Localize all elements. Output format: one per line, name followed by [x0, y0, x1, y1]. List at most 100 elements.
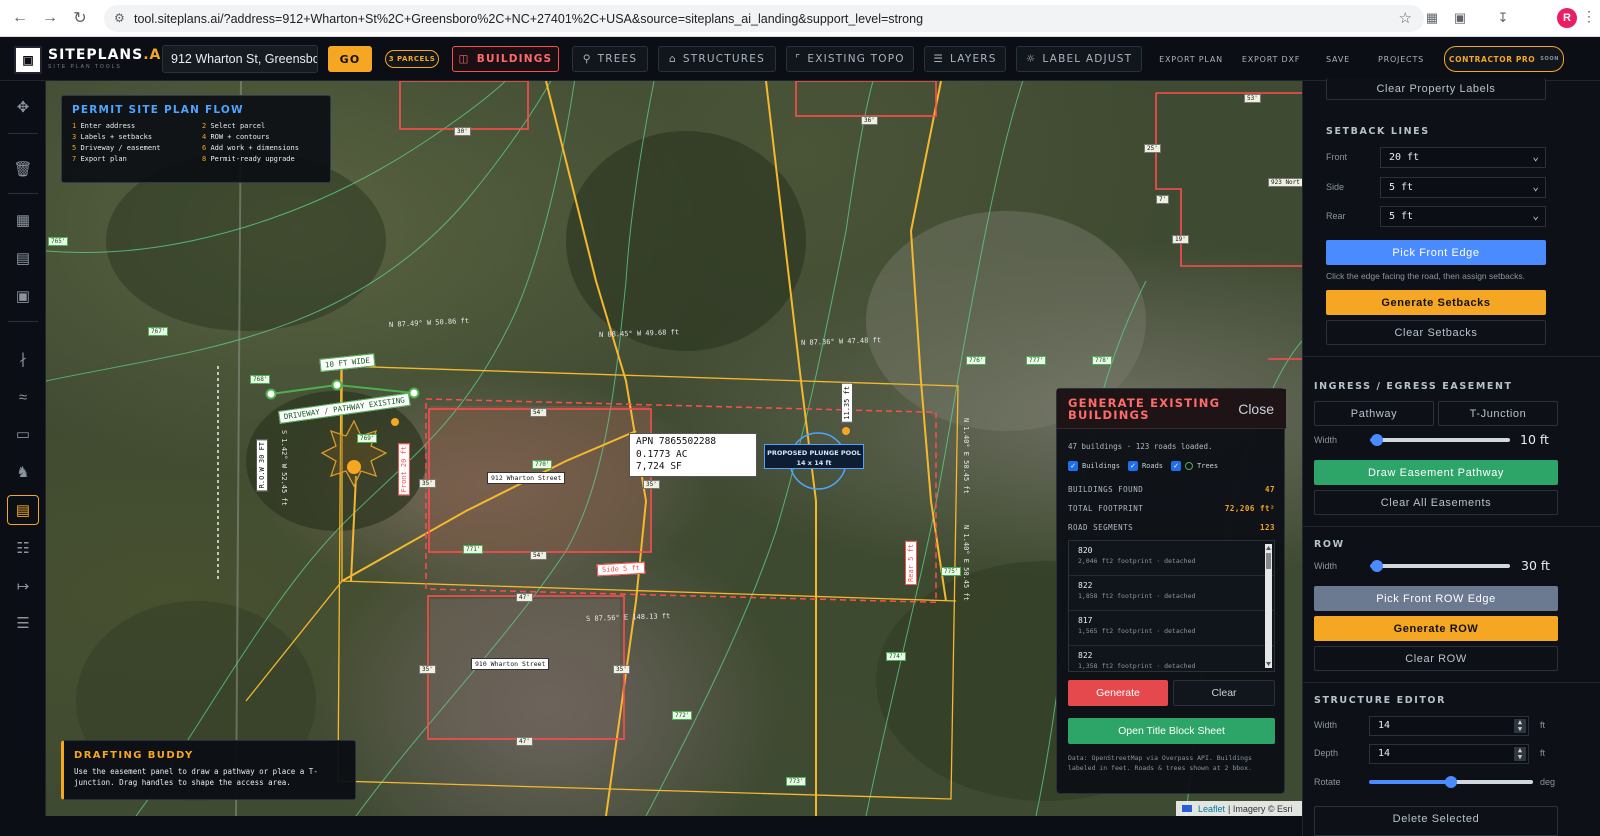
step-text: Add work + dimensions	[210, 144, 299, 152]
back-icon[interactable]: ←	[8, 6, 32, 30]
save-button[interactable]: SAVE	[1316, 46, 1360, 72]
existing-topo-button[interactable]: ⌜ EXISTING TOPO	[786, 46, 914, 72]
contour-icon[interactable]: ≈	[11, 385, 35, 409]
clear-property-labels-button[interactable]: Clear Property Labels	[1326, 78, 1546, 100]
move-icon[interactable]: ✥	[11, 95, 35, 119]
row-label[interactable]: R.O.W 30 FT	[256, 439, 268, 492]
label-adjust-button[interactable]: ☼ LABEL ADJUST	[1016, 46, 1142, 72]
dimension-icon[interactable]: ↦	[11, 574, 35, 598]
apn-info-box[interactable]: APN 7865502288 0.1773 AC 7,724 SF	[629, 433, 757, 477]
fence-icon[interactable]: ☷	[11, 536, 35, 560]
rear-setback-select[interactable]: 5 ft ⌄	[1380, 206, 1546, 227]
apn-sqft: 7,724 SF	[636, 461, 682, 472]
download-icon[interactable]: ↧	[1493, 8, 1513, 28]
row-width-slider[interactable]	[1370, 560, 1510, 572]
house-label[interactable]: 910 Wharton Street	[471, 658, 550, 670]
slider-knob[interactable]	[1445, 776, 1457, 788]
pool-distance-label[interactable]: 11.35 ft	[841, 383, 853, 423]
clear-setbacks-button[interactable]: Clear Setbacks	[1326, 320, 1546, 345]
pathway-button[interactable]: Pathway	[1314, 401, 1434, 426]
layers-button[interactable]: ☰ LAYERS	[924, 46, 1006, 72]
draw-easement-button[interactable]: Draw Easement Pathway	[1314, 460, 1558, 485]
generate-setbacks-button[interactable]: Generate Setbacks	[1326, 290, 1546, 315]
building-list[interactable]: 820 2,046 ft2 footprint · detached 822 1,8…	[1068, 540, 1275, 672]
structure-depth-input[interactable]: 14 ▲ ▼	[1369, 744, 1529, 764]
buildings-checkbox[interactable]: ✓	[1068, 461, 1078, 471]
target-icon[interactable]: ▣	[11, 284, 35, 308]
puzzle-icon[interactable]: ▣	[1450, 8, 1470, 28]
slider-knob[interactable]	[1371, 560, 1383, 572]
parcels-badge[interactable]: 3 PARCELS	[385, 50, 439, 68]
close-button[interactable]: Close	[1238, 401, 1274, 417]
export-dxf-button[interactable]: EXPORT DXF	[1238, 46, 1304, 72]
rotate-slider[interactable]	[1369, 776, 1533, 788]
list-item[interactable]: 822 1,858 ft2 footprint · detached	[1069, 576, 1274, 611]
side-setback-select[interactable]: 5 ft ⌄	[1380, 177, 1546, 198]
list-scrollbar[interactable]	[1265, 544, 1272, 668]
dim-label: 36'	[861, 116, 878, 125]
slider-knob[interactable]	[1371, 434, 1383, 446]
list-item[interactable]: 817 1,565 ft2 footprint · detached	[1069, 611, 1274, 646]
contour-label: 771'	[463, 545, 484, 554]
front-setback-label[interactable]: Front 20 ft	[398, 443, 410, 496]
pool-label[interactable]: PROPOSED PLUNGE POOL 14 x 14 ft	[764, 444, 864, 469]
list-icon[interactable]: ☰	[11, 611, 35, 635]
forward-icon[interactable]: →	[38, 6, 62, 30]
contractor-pro-button[interactable]: CONTRACTOR PRO SOON	[1444, 46, 1564, 72]
house-label[interactable]: 912 Wharton Street	[487, 472, 566, 484]
reload-icon[interactable]: ↻	[68, 6, 92, 30]
clear-button[interactable]: Clear	[1173, 680, 1275, 706]
go-button[interactable]: GO	[328, 46, 372, 72]
generate-button[interactable]: Generate	[1068, 680, 1168, 706]
stepper-icon[interactable]: ▲ ▼	[1514, 719, 1526, 733]
structures-label: STRUCTURES	[682, 53, 765, 65]
delete-selected-button[interactable]: Delete Selected	[1314, 806, 1558, 836]
pick-row-edge-button[interactable]: Pick Front ROW Edge	[1314, 586, 1558, 611]
site-info-icon[interactable]: ⚙	[114, 11, 125, 25]
clear-row-button[interactable]: Clear ROW	[1314, 646, 1558, 671]
row-icon[interactable]: ▭	[11, 422, 35, 446]
address-input[interactable]: 912 Wharton St, Greensboro	[162, 45, 318, 73]
document-icon[interactable]: ▤	[11, 246, 35, 270]
t-junction-button[interactable]: T-Junction	[1438, 401, 1558, 426]
stat-value: 123	[1259, 523, 1275, 532]
generate-row-button[interactable]: Generate ROW	[1314, 616, 1558, 641]
rear-setback-label[interactable]: Rear 5 ft	[905, 541, 917, 585]
grid-icon[interactable]: ▦	[11, 208, 35, 232]
structure-width-input[interactable]: 14 ▲ ▼	[1369, 716, 1529, 736]
browser-menu-icon[interactable]: ⋮	[1582, 8, 1596, 25]
flow-step: 7 Export plan	[72, 155, 202, 163]
step-number: 7	[72, 155, 77, 163]
clear-easements-button[interactable]: Clear All Easements	[1314, 490, 1558, 515]
side-setback-label[interactable]: Side 5 ft	[596, 561, 646, 577]
bookmark-star-icon[interactable]: ☆	[1399, 9, 1412, 27]
stepper-icon[interactable]: ▲ ▼	[1514, 747, 1526, 761]
address-bar[interactable]: ⚙ tool.siteplans.ai/?address=912+Wharton…	[104, 5, 1424, 32]
roads-checkbox[interactable]: ✓	[1127, 461, 1138, 471]
trash-icon[interactable]: 🗑	[11, 157, 35, 181]
extension-icon[interactable]: ▦	[1422, 8, 1442, 28]
leaflet-link[interactable]: Leaflet	[1198, 804, 1225, 814]
list-item[interactable]: 820 2,046 ft2 footprint · detached	[1069, 541, 1274, 576]
profile-avatar[interactable]: R	[1557, 8, 1577, 28]
person-icon[interactable]: ♞	[11, 460, 35, 484]
front-setback-select[interactable]: 20 ft ⌄	[1380, 147, 1546, 168]
open-title-block-button[interactable]: Open Title Block Sheet	[1068, 718, 1275, 744]
easement-tool-icon[interactable]: ▤	[7, 495, 39, 525]
drafting-buddy-panel: DRAFTING BUDDY Use the easement panel to…	[61, 740, 356, 800]
structure-width-label: Width	[1314, 720, 1338, 730]
pro-soon-badge: SOON	[1540, 56, 1559, 62]
export-plan-button[interactable]: EXPORT PLAN	[1155, 46, 1227, 72]
divider	[8, 193, 38, 194]
projects-button[interactable]: PROJECTS	[1370, 46, 1432, 72]
pick-front-edge-button[interactable]: Pick Front Edge	[1326, 240, 1546, 265]
list-item[interactable]: 822 1,358 ft2 footprint · detached	[1069, 646, 1274, 671]
measure-icon[interactable]: ∤	[11, 347, 35, 371]
trees-checkbox[interactable]: ✓	[1171, 461, 1182, 471]
buildings-button[interactable]: ◫ BUILDINGS	[452, 46, 559, 72]
easement-width-slider[interactable]	[1370, 434, 1510, 446]
structures-button[interactable]: ⌂ STRUCTURES	[658, 46, 776, 72]
dim-label: 30'	[454, 127, 471, 136]
trees-button[interactable]: ⚲ TREES	[572, 46, 648, 72]
pro-label: CONTRACTOR PRO	[1449, 54, 1536, 64]
